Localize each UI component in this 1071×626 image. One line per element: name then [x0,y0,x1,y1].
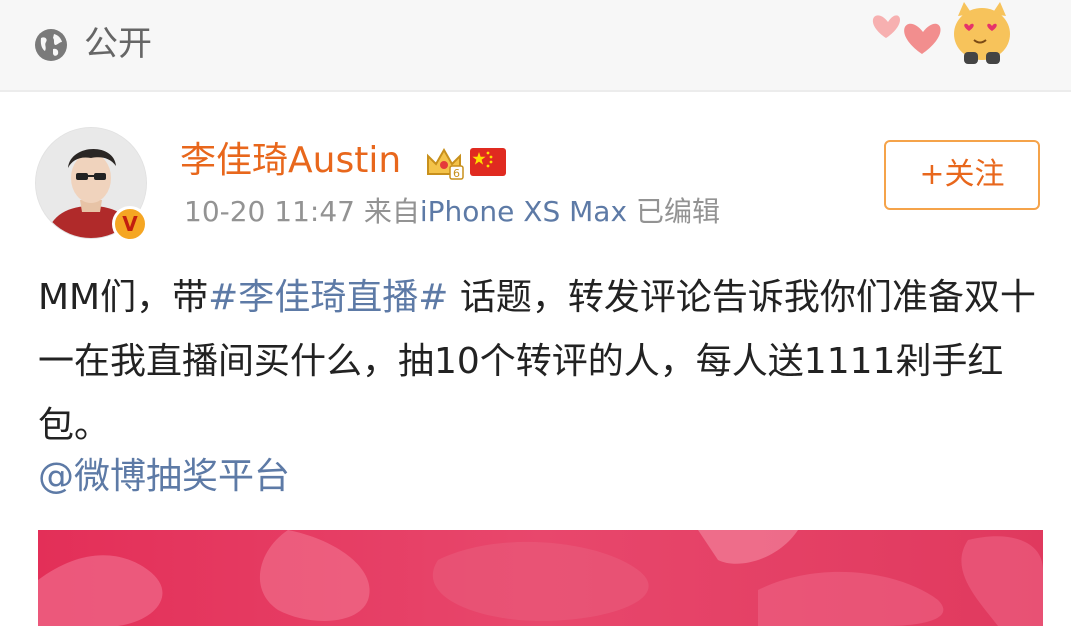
visibility-header: 公开 [0,0,1071,90]
edited-label[interactable]: 已编辑 [636,195,720,228]
post-text: MM们，带#李佳琦直播# 话题，转发评论告诉我你们准备双十一在我直播间买什么，抽… [38,266,1038,458]
crown-icon: 6 [427,147,464,180]
svg-text:6: 6 [453,167,460,180]
post-meta: 10-20 11:47 来自iPhone XS Max 已编辑 [184,193,720,231]
header-divider [0,90,1071,92]
post-image-graphic [38,530,1043,626]
post-timestamp: 10-20 11:47 [184,195,355,228]
hashtag-link[interactable]: #李佳琦直播# [208,277,448,318]
globe-icon [35,29,67,61]
post-text-part1: MM们，带 [38,277,209,318]
heart-cat-sticker [872,2,1010,64]
post-image[interactable] [38,530,1043,626]
mention-link[interactable]: @微博抽奖平台 [38,447,290,507]
privacy-label[interactable]: 公开 [84,22,152,66]
china-flag-icon [470,148,506,176]
username[interactable]: 李佳琦Austin [180,138,401,184]
follow-button[interactable]: +关注 [884,140,1040,210]
verified-badge: V [112,206,148,242]
source-prefix: 来自 [363,195,420,228]
source-device[interactable]: iPhone XS Max [420,195,627,228]
